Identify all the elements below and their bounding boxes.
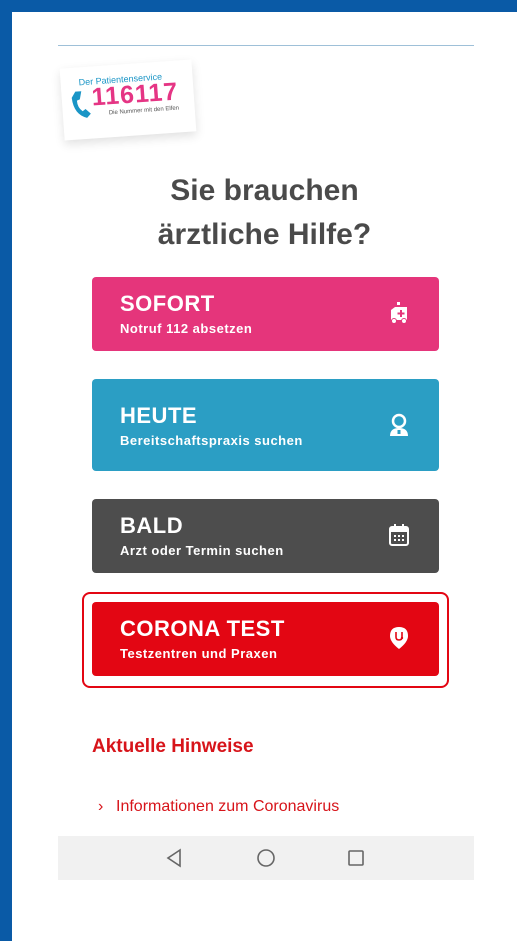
logo-116117: Der Patientenservice 116117 Die Nummer m… <box>59 59 197 141</box>
bald-title: BALD <box>120 513 184 538</box>
page-title: Sie brauchen ärztliche Hilfe? <box>12 169 517 257</box>
recent-apps-icon[interactable] <box>344 846 368 870</box>
home-icon[interactable] <box>254 846 278 870</box>
doctor-icon <box>390 413 408 436</box>
title-line-1: Sie brauchen <box>170 174 359 207</box>
sofort-button[interactable]: SOFORT Notruf 112 absetzen <box>92 277 439 351</box>
location-pin-icon <box>390 627 408 649</box>
title-line-2: ärztliche Hilfe? <box>157 218 372 251</box>
back-icon[interactable] <box>162 846 186 870</box>
notices-heading: Aktuelle Hinweise <box>92 736 254 757</box>
sofort-title: SOFORT <box>120 291 215 316</box>
chevron-right-icon: › <box>98 798 104 815</box>
ambulance-icon <box>391 302 407 324</box>
divider <box>58 45 474 46</box>
heute-subtitle: Bereitschaftspraxis suchen <box>120 433 303 448</box>
app-screen: Der Patientenservice 116117 Die Nummer m… <box>12 12 517 941</box>
corona-test-button[interactable]: CORONA TEST Testzentren und Praxen <box>92 602 439 676</box>
corona-subtitle: Testzentren und Praxen <box>120 646 278 661</box>
calendar-icon <box>389 524 409 546</box>
notice-link-label: Informationen zum Coronavirus <box>116 798 340 815</box>
bald-subtitle: Arzt oder Termin suchen <box>120 543 284 558</box>
heute-title: HEUTE <box>120 403 198 428</box>
notice-link-coronavirus[interactable]: › Informationen zum Coronavirus <box>98 798 339 816</box>
android-nav-bar <box>58 836 474 880</box>
phone-icon <box>71 91 91 118</box>
bald-button[interactable]: BALD Arzt oder Termin suchen <box>92 499 439 573</box>
heute-button[interactable]: HEUTE Bereitschaftspraxis suchen <box>92 379 439 471</box>
sofort-subtitle: Notruf 112 absetzen <box>120 321 253 336</box>
corona-title: CORONA TEST <box>120 616 285 641</box>
